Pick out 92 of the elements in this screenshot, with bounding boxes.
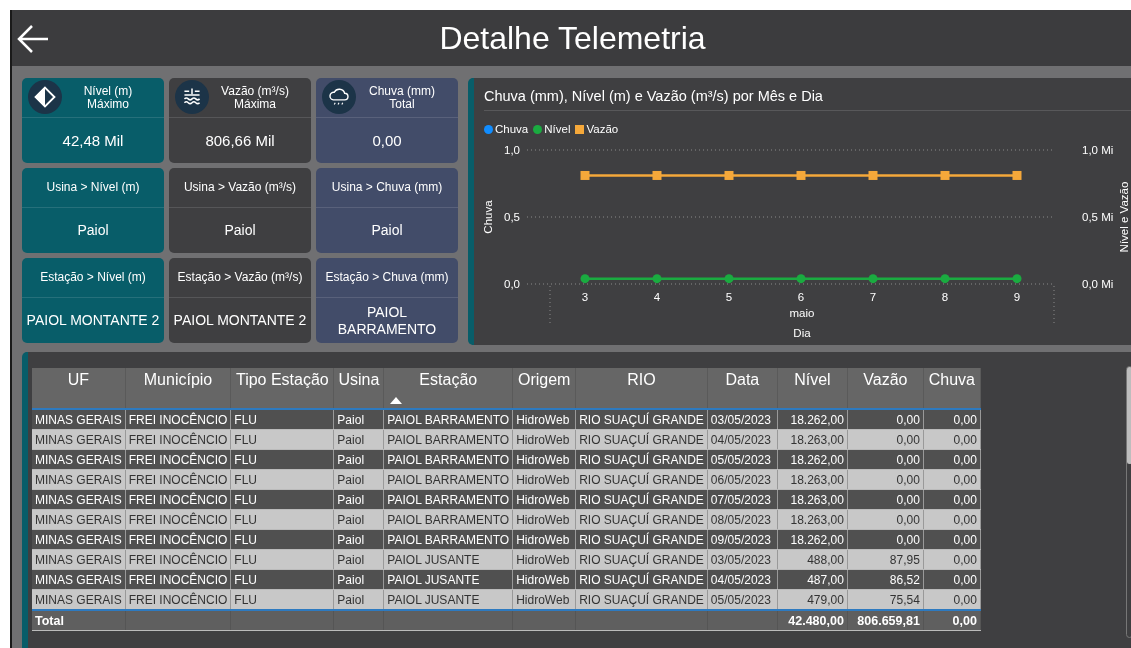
axis-title: Nível e Vazão bbox=[1118, 181, 1130, 253]
data-point bbox=[868, 274, 878, 284]
card-subtitle: Máximo bbox=[87, 97, 129, 111]
card-title: Vazão (m³/s) bbox=[221, 84, 289, 98]
table-cell: MINAS GERAIS bbox=[32, 549, 126, 570]
filter-card[interactable]: Usina > Chuva (mm) Paiol bbox=[316, 168, 458, 253]
column-header[interactable]: RIO bbox=[575, 368, 708, 409]
rain-cloud-icon bbox=[322, 80, 356, 114]
column-header[interactable]: Vazão bbox=[847, 368, 924, 409]
data-point bbox=[652, 170, 662, 180]
column-header[interactable]: Chuva bbox=[923, 368, 981, 409]
card-title: Estação > Vazão (m³/s) bbox=[177, 271, 303, 284]
scrollbar[interactable] bbox=[1126, 366, 1131, 638]
card-value: Paiol bbox=[224, 222, 256, 239]
card-title: Nível (m) bbox=[83, 84, 133, 98]
data-point bbox=[796, 274, 806, 284]
card-title: Estação > Nível (m) bbox=[40, 271, 146, 284]
water-waves-icon bbox=[175, 80, 209, 114]
data-point bbox=[1012, 170, 1022, 180]
data-point bbox=[1012, 274, 1022, 284]
data-point bbox=[580, 274, 590, 284]
axis-tick-label: 8 bbox=[941, 291, 949, 303]
table-cell: MINAS GERAIS bbox=[32, 449, 126, 470]
total-label: Total bbox=[32, 610, 126, 631]
column-header[interactable]: Origem bbox=[512, 368, 576, 409]
table-cell: MINAS GERAIS bbox=[32, 529, 126, 550]
data-point bbox=[940, 170, 950, 180]
data-point bbox=[940, 274, 950, 284]
legend-label: Nível bbox=[544, 123, 571, 135]
filter-card[interactable]: Usina > Vazão (m³/s) Paiol bbox=[169, 168, 311, 253]
data-point bbox=[868, 170, 878, 180]
total-cell: 0,00 bbox=[923, 610, 981, 631]
table-cell: MINAS GERAIS bbox=[32, 489, 126, 510]
total-cell: 806.659,81 bbox=[847, 610, 924, 631]
table-cell: MINAS GERAIS bbox=[32, 409, 126, 430]
card-title: Usina > Nível (m) bbox=[46, 181, 140, 194]
chart-title: Chuva (mm), Nível (m) e Vazão (m³/s) por Mês e Dia bbox=[483, 87, 824, 106]
data-point bbox=[580, 170, 590, 180]
data-point bbox=[796, 170, 806, 180]
back-button[interactable] bbox=[16, 24, 50, 54]
card-value: PAIOL MONTANTE 2 bbox=[26, 312, 160, 329]
card-value: 42,48 Mil bbox=[62, 132, 124, 149]
filter-card[interactable]: Usina > Nível (m) Paiol bbox=[22, 168, 164, 253]
axis-tick-label: 4 bbox=[653, 291, 661, 303]
card-value: 0,00 bbox=[372, 132, 402, 149]
axis-tick-label: 0,5 bbox=[504, 211, 520, 223]
axis-title: Chuva bbox=[482, 200, 494, 234]
card-value: PAIOL BARRAMENTO bbox=[336, 303, 438, 338]
data-point bbox=[652, 274, 662, 284]
card-value: 806,66 Mil bbox=[205, 132, 275, 149]
card-title: Usina > Chuva (mm) bbox=[331, 181, 443, 194]
data-point bbox=[724, 274, 734, 284]
column-header[interactable]: Estação bbox=[383, 368, 513, 409]
card-title: Usina > Vazão (m³/s) bbox=[183, 181, 297, 194]
filter-card[interactable]: Estação > Chuva (mm) PAIOL BARRAMENTO bbox=[316, 258, 458, 343]
filter-card[interactable]: Estação > Nível (m) PAIOL MONTANTE 2 bbox=[22, 258, 164, 343]
column-header[interactable]: Usina bbox=[333, 368, 384, 409]
card-value: PAIOL MONTANTE 2 bbox=[173, 312, 307, 329]
axis-tick-label: 5 bbox=[725, 291, 733, 303]
axis-group-label: maio bbox=[789, 307, 815, 319]
legend-label: Vazão bbox=[586, 123, 619, 135]
column-header[interactable]: Data bbox=[707, 368, 778, 409]
axis-title: Dia bbox=[793, 327, 811, 339]
page-title: Detalhe Telemetria bbox=[438, 19, 707, 57]
column-header[interactable]: Município bbox=[125, 368, 231, 409]
card-title: Chuva (mm) bbox=[369, 84, 435, 98]
card-title: Estação > Chuva (mm) bbox=[325, 271, 449, 284]
card-value: Paiol bbox=[77, 222, 109, 239]
column-header[interactable]: UF bbox=[32, 368, 126, 409]
table-cell: MINAS GERAIS bbox=[32, 469, 126, 490]
table-cell: MINAS GERAIS bbox=[32, 509, 126, 530]
axis-tick-label: 0,0 Mi bbox=[1082, 278, 1114, 290]
card-value: Paiol bbox=[371, 222, 403, 239]
data-point bbox=[724, 170, 734, 180]
total-cell: 42.480,00 bbox=[777, 610, 848, 631]
axis-tick-label: 3 bbox=[581, 291, 589, 303]
axis-tick-label: 9 bbox=[1013, 291, 1021, 303]
column-header[interactable]: Nível bbox=[777, 368, 848, 409]
axis-tick-label: 0,5 Mi bbox=[1082, 211, 1114, 223]
axis-tick-label: 6 bbox=[797, 291, 805, 303]
sort-arrow-icon bbox=[390, 397, 403, 404]
axis-tick-label: 0,0 bbox=[504, 278, 520, 290]
axis-tick-label: 1,0 bbox=[504, 144, 520, 156]
table-cell: MINAS GERAIS bbox=[32, 569, 126, 590]
table-cell: MINAS GERAIS bbox=[32, 429, 126, 450]
axis-tick-label: 7 bbox=[869, 291, 877, 303]
card-subtitle: Total bbox=[389, 97, 415, 111]
card-subtitle: Máxima bbox=[234, 97, 276, 111]
filter-card[interactable]: Estação > Vazão (m³/s) PAIOL MONTANTE 2 bbox=[169, 258, 311, 343]
legend-label: Chuva bbox=[495, 123, 529, 135]
axis-tick-label: 1,0 Mi bbox=[1082, 144, 1114, 156]
column-header[interactable]: Tipo Estação bbox=[230, 368, 334, 409]
